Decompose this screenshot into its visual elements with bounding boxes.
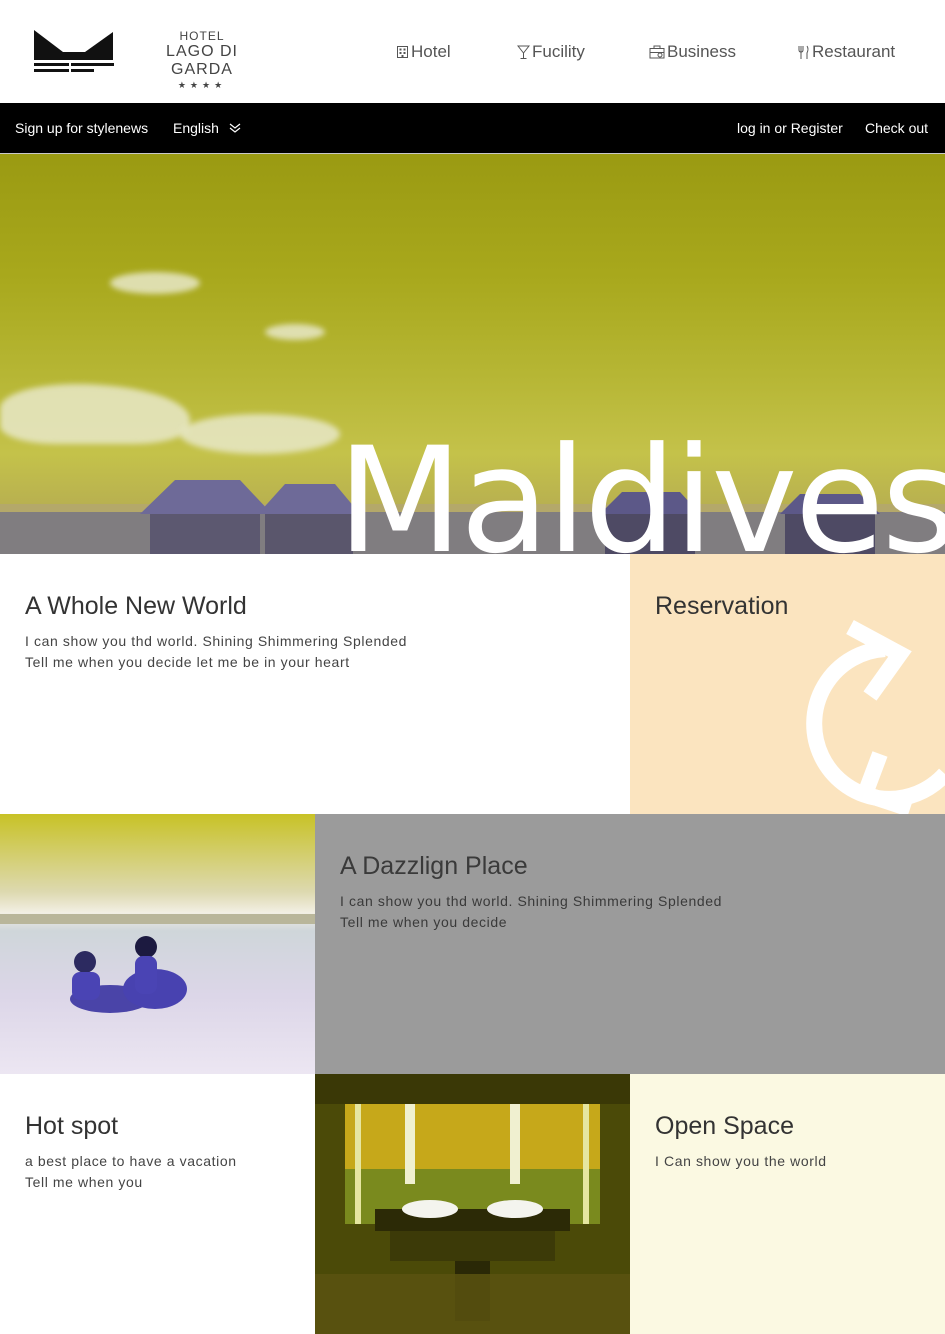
logo-hotel-label: HOTEL <box>179 29 225 43</box>
panel-title: Reservation <box>655 592 789 620</box>
bathroom-graphic <box>315 1074 630 1334</box>
site-header: HOTEL LAGO DI GARDA ★★★★ Hotel Fucility … <box>0 0 945 103</box>
panel-line: I Can show you the world <box>655 1153 827 1169</box>
briefcase-icon <box>649 45 665 59</box>
logo-name: LAGO DI GARDA <box>166 43 238 78</box>
hero-banner: Maldives <box>0 154 945 554</box>
reservation-tile[interactable]: Reservation <box>630 554 945 814</box>
signup-link[interactable]: Sign up for stylenews <box>15 120 148 136</box>
panel-dazzling-place: A Dazzlign Place I can show you thd worl… <box>315 814 945 1074</box>
beach-couple-image <box>0 814 315 1074</box>
panel-line: Tell me when you <box>25 1174 143 1190</box>
nav-facility[interactable]: Fucility <box>517 40 585 64</box>
panel-title: Hot spot <box>25 1112 119 1140</box>
bathroom-image <box>315 1074 630 1334</box>
panel-title: Open Space <box>655 1112 794 1140</box>
logo-stars: ★★★★ <box>177 80 227 90</box>
panel-text: I can show you thd world. Shining Shimme… <box>340 891 722 933</box>
panel-title: A Dazzlign Place <box>340 852 528 880</box>
checkout-link[interactable]: Check out <box>865 120 928 136</box>
nav-hotel-label: Hotel <box>411 42 451 61</box>
panel-line: I can show you thd world. Shining Shimme… <box>340 893 722 909</box>
logo-text: HOTEL LAGO DI GARDA ★★★★ <box>134 30 270 91</box>
nav-business-label: Business <box>667 42 736 61</box>
logo-mark-icon <box>34 30 114 72</box>
utility-bar: Sign up for stylenews English log in or … <box>0 103 945 153</box>
fork-knife-icon <box>798 45 809 59</box>
panel-text: I Can show you the world <box>655 1151 827 1172</box>
cocktail-glass-icon <box>517 45 530 59</box>
language-label: English <box>173 120 219 136</box>
panel-whole-new-world: A Whole New World I can show you thd wor… <box>0 554 630 814</box>
nav-restaurant[interactable]: Restaurant <box>797 40 895 64</box>
nav-restaurant-label: Restaurant <box>812 42 896 61</box>
nav-hotel[interactable]: Hotel <box>396 40 451 64</box>
building-icon <box>397 46 408 58</box>
refresh-arrow-icon <box>806 619 945 814</box>
hotel-logo[interactable]: HOTEL LAGO DI GARDA ★★★★ <box>33 28 273 90</box>
panel-line: I can show you thd world. Shining Shimme… <box>25 633 407 649</box>
panel-title: A Whole New World <box>25 592 247 620</box>
panel-line: Tell me when you decide <box>340 914 508 930</box>
login-register-link[interactable]: log in or Register <box>737 120 843 136</box>
panel-line: Tell me when you decide let me be in you… <box>25 654 350 670</box>
panel-text: a best place to have a vacation Tell me … <box>25 1151 237 1193</box>
language-selector[interactable]: English <box>173 120 241 136</box>
panel-open-space: Open Space I Can show you the world <box>630 1074 945 1334</box>
panel-hot-spot: Hot spot a best place to have a vacation… <box>0 1074 315 1334</box>
hero-title: Maldives <box>337 416 945 554</box>
nav-facility-label: Fucility <box>532 42 585 61</box>
panel-line: a best place to have a vacation <box>25 1153 237 1169</box>
chevron-down-icon <box>229 123 241 133</box>
panel-text: I can show you thd world. Shining Shimme… <box>25 631 407 673</box>
beach-couple-graphic <box>0 914 315 1013</box>
nav-business[interactable]: Business <box>649 40 736 64</box>
